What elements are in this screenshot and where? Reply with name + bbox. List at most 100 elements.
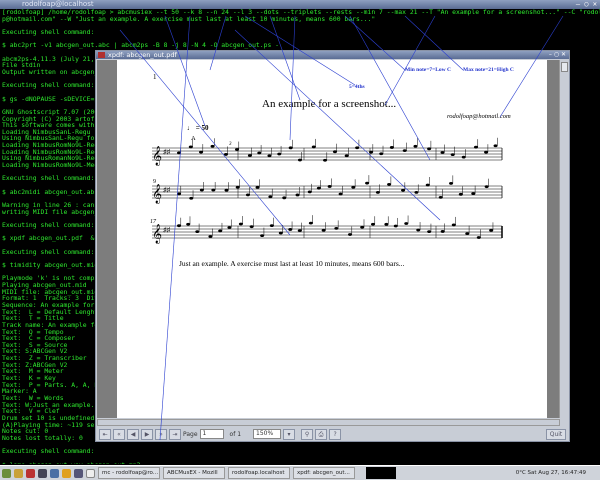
note-head: [332, 150, 337, 154]
start-menu-icon[interactable]: [2, 468, 11, 478]
task-mozilla[interactable]: ABCMusEX - Mozill: [163, 467, 225, 479]
note-head: [211, 188, 216, 192]
zoom-select[interactable]: 150%: [253, 429, 282, 439]
key-signature: ♯♯: [163, 186, 171, 194]
note-head: [224, 188, 229, 192]
horizontal-scrollbar[interactable]: [97, 419, 560, 426]
note-head: [375, 190, 380, 194]
note-head: [278, 231, 283, 235]
note-head: [387, 183, 392, 186]
note-head: [311, 145, 316, 149]
xpdf-app-icon: [98, 52, 105, 58]
page-count: of 1: [229, 430, 242, 438]
note-head: [210, 144, 215, 148]
launcher-icon[interactable]: [14, 468, 23, 478]
note-head: [223, 153, 228, 156]
task-mc[interactable]: mc - rodolfoap@ro...: [98, 467, 160, 479]
help-icon[interactable]: ?: [329, 428, 342, 440]
launcher-icon[interactable]: [74, 468, 83, 478]
page-input[interactable]: 1: [199, 429, 224, 439]
zoom-dropdown-icon[interactable]: ▾: [283, 428, 296, 440]
xpdf-titlebar[interactable]: xpdf: abcgen_out.pdf – ○ ✕: [96, 51, 569, 59]
first-page-button[interactable]: ⇤: [99, 428, 111, 440]
last-page-button[interactable]: ⇥: [169, 428, 181, 440]
note-head: [308, 221, 313, 225]
launcher-icon[interactable]: [86, 468, 95, 478]
note-head: [295, 193, 300, 197]
note-head: [282, 196, 287, 200]
note-head: [427, 147, 432, 151]
note-head: [379, 152, 384, 156]
note-head: [177, 151, 181, 155]
note-head: [351, 185, 356, 189]
forward-ten-button[interactable]: »: [155, 428, 167, 440]
document-view[interactable]: 1 An example for a screenshot... rodolfo…: [97, 60, 560, 418]
task-xpdf[interactable]: xpdf: abcgen_out...: [293, 467, 355, 479]
vertical-scrollbar[interactable]: [559, 60, 568, 418]
note-head: [451, 223, 456, 227]
note-head: [370, 222, 375, 226]
print-icon[interactable]: ⎙: [315, 428, 328, 440]
note-head: [195, 230, 200, 233]
note-head: [247, 154, 252, 157]
scrollbar-thumb[interactable]: [561, 62, 568, 72]
note-head: [360, 225, 365, 229]
note-head: [450, 153, 455, 157]
prev-page-button[interactable]: ◀: [127, 428, 139, 440]
note-head: [384, 222, 389, 226]
note-head: [414, 190, 419, 194]
page-label: Page: [183, 430, 198, 438]
note-head: [218, 229, 223, 233]
treble-clef: 𝄞: [152, 184, 162, 204]
launcher-icon[interactable]: [50, 468, 59, 478]
note-head: [438, 195, 443, 199]
terminal-title: rodolfoap@localhost: [22, 0, 94, 8]
note-head: [476, 236, 481, 239]
key-signature: ♯♯: [163, 226, 171, 234]
note-head: [186, 222, 191, 226]
next-page-button[interactable]: ▶: [141, 428, 153, 440]
launcher-icon[interactable]: [26, 468, 35, 478]
launcher-icon[interactable]: [38, 468, 47, 478]
launcher-icon[interactable]: [62, 468, 71, 478]
find-icon[interactable]: ⚲: [301, 428, 314, 440]
pager[interactable]: [366, 467, 396, 479]
note-head: [393, 224, 398, 228]
note-head: [427, 230, 432, 234]
key-signature: ♯♯: [163, 148, 171, 156]
note-head: [297, 158, 302, 162]
xpdf-toolbar: ⇤ « ◀ ▶ » ⇥ Page 1 of 1 150% ▾ ⚲ ⎙ ? Qui…: [96, 427, 569, 441]
note-head: [404, 222, 409, 225]
note-head: [208, 235, 213, 238]
note-head: [235, 185, 240, 189]
note-head: [402, 149, 407, 153]
back-ten-button[interactable]: «: [113, 428, 125, 440]
note-head: [338, 192, 343, 196]
terminal-titlebar[interactable]: rodolfoap@localhost: [0, 0, 600, 9]
note-head: [493, 144, 498, 148]
pdf-page: 1 An example for a screenshot... rodolfo…: [117, 60, 547, 418]
terminal-line: p@hotmail.com" --W "Just an example. A e…: [2, 14, 376, 23]
note-head: [461, 155, 466, 159]
annotation-fourths: 5=4ths: [349, 84, 365, 90]
quit-button[interactable]: Quit: [546, 428, 566, 440]
window-controls[interactable]: – ○ ✕: [549, 51, 566, 59]
note-head: [473, 145, 478, 149]
note-head: [288, 228, 293, 231]
note-head: [260, 234, 265, 238]
task-terminal[interactable]: rodolfoap.localhost: [228, 467, 290, 479]
note-head: [344, 154, 349, 158]
note-head: [416, 228, 421, 232]
xpdf-window: xpdf: abcgen_out.pdf – ○ ✕ 1 An example f…: [95, 50, 570, 442]
window-controls[interactable]: – ○ ✕: [576, 0, 597, 9]
note-head: [425, 183, 430, 187]
note-head: [297, 229, 302, 233]
note-head: [489, 228, 494, 232]
note-head: [235, 148, 240, 151]
note-head: [401, 188, 406, 192]
lyrics-words: Just an example. A exercise must last at…: [179, 259, 405, 268]
note-head: [413, 144, 418, 148]
note-head: [440, 151, 445, 154]
note-head: [458, 192, 463, 196]
note-head: [177, 224, 181, 228]
